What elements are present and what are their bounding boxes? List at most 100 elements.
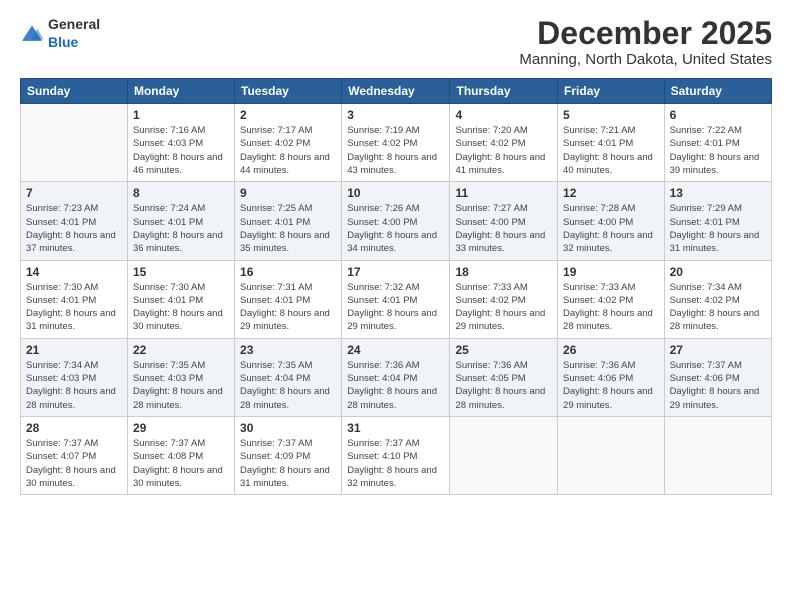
calendar-subtitle: Manning, North Dakota, United States	[519, 51, 772, 68]
header: General Blue December 2025 Manning, Nort…	[20, 16, 772, 68]
day-number: 10	[347, 186, 444, 200]
day-number: 5	[563, 108, 659, 122]
day-info: Sunrise: 7:35 AMSunset: 4:04 PMDaylight:…	[240, 359, 336, 412]
weekday-header-row: Sunday Monday Tuesday Wednesday Thursday…	[21, 79, 772, 104]
day-cell: 3 Sunrise: 7:19 AMSunset: 4:02 PMDaylight…	[342, 104, 450, 182]
day-cell: 15 Sunrise: 7:30 AMSunset: 4:01 PMDayligh…	[127, 260, 234, 338]
day-cell: 27 Sunrise: 7:37 AMSunset: 4:06 PMDayligh…	[664, 338, 771, 416]
day-number: 7	[26, 186, 122, 200]
day-cell: 5 Sunrise: 7:21 AMSunset: 4:01 PMDaylight…	[558, 104, 665, 182]
header-friday: Friday	[558, 79, 665, 104]
day-info: Sunrise: 7:36 AMSunset: 4:06 PMDaylight:…	[563, 359, 659, 412]
day-info: Sunrise: 7:21 AMSunset: 4:01 PMDaylight:…	[563, 124, 659, 177]
logo-text: General Blue	[48, 16, 100, 52]
day-number: 25	[455, 343, 552, 357]
day-number: 11	[455, 186, 552, 200]
day-info: Sunrise: 7:28 AMSunset: 4:00 PMDaylight:…	[563, 202, 659, 255]
day-cell: 13 Sunrise: 7:29 AMSunset: 4:01 PMDayligh…	[664, 182, 771, 260]
day-cell: 20 Sunrise: 7:34 AMSunset: 4:02 PMDayligh…	[664, 260, 771, 338]
day-cell: 31Sunrise: 7:37 AMSunset: 4:10 PMDayligh…	[342, 416, 450, 494]
day-cell: 28 Sunrise: 7:37 AMSunset: 4:07 PMDayligh…	[21, 416, 128, 494]
day-number: 15	[133, 265, 229, 279]
day-number: 6	[670, 108, 766, 122]
day-number: 20	[670, 265, 766, 279]
day-cell: 17 Sunrise: 7:32 AMSunset: 4:01 PMDayligh…	[342, 260, 450, 338]
week-row-4: 21 Sunrise: 7:34 AMSunset: 4:03 PMDayligh…	[21, 338, 772, 416]
title-block: December 2025 Manning, North Dakota, Uni…	[519, 16, 772, 68]
week-row-1: 1Sunrise: 7:16 AMSunset: 4:03 PMDaylight…	[21, 104, 772, 182]
day-cell: 6 Sunrise: 7:22 AMSunset: 4:01 PMDaylight…	[664, 104, 771, 182]
logo-icon	[20, 24, 44, 44]
day-info: Sunrise: 7:30 AMSunset: 4:01 PMDaylight:…	[26, 281, 122, 334]
day-number: 24	[347, 343, 444, 357]
day-info: Sunrise: 7:27 AMSunset: 4:00 PMDaylight:…	[455, 202, 552, 255]
day-info: Sunrise: 7:20 AMSunset: 4:02 PMDaylight:…	[455, 124, 552, 177]
day-cell: 11 Sunrise: 7:27 AMSunset: 4:00 PMDayligh…	[450, 182, 558, 260]
day-info: Sunrise: 7:37 AMSunset: 4:06 PMDaylight:…	[670, 359, 766, 412]
day-number: 3	[347, 108, 444, 122]
day-info: Sunrise: 7:16 AMSunset: 4:03 PMDaylight:…	[133, 124, 229, 177]
day-number: 13	[670, 186, 766, 200]
day-cell	[450, 416, 558, 494]
day-info: Sunrise: 7:34 AMSunset: 4:03 PMDaylight:…	[26, 359, 122, 412]
day-number: 23	[240, 343, 336, 357]
day-cell: 22 Sunrise: 7:35 AMSunset: 4:03 PMDayligh…	[127, 338, 234, 416]
day-number: 4	[455, 108, 552, 122]
day-number: 19	[563, 265, 659, 279]
day-cell: 14 Sunrise: 7:30 AMSunset: 4:01 PMDayligh…	[21, 260, 128, 338]
day-number: 8	[133, 186, 229, 200]
logo: General Blue	[20, 16, 100, 52]
day-cell: 30Sunrise: 7:37 AMSunset: 4:09 PMDayligh…	[235, 416, 342, 494]
day-cell: 18Sunrise: 7:33 AMSunset: 4:02 PMDayligh…	[450, 260, 558, 338]
day-cell: 24 Sunrise: 7:36 AMSunset: 4:04 PMDayligh…	[342, 338, 450, 416]
calendar-title: December 2025	[519, 16, 772, 51]
day-cell: 10 Sunrise: 7:26 AMSunset: 4:00 PMDayligh…	[342, 182, 450, 260]
day-number: 26	[563, 343, 659, 357]
day-info: Sunrise: 7:35 AMSunset: 4:03 PMDaylight:…	[133, 359, 229, 412]
day-info: Sunrise: 7:31 AMSunset: 4:01 PMDaylight:…	[240, 281, 336, 334]
day-number: 27	[670, 343, 766, 357]
day-info: Sunrise: 7:37 AMSunset: 4:09 PMDaylight:…	[240, 437, 336, 490]
day-cell: 19 Sunrise: 7:33 AMSunset: 4:02 PMDayligh…	[558, 260, 665, 338]
day-info: Sunrise: 7:36 AMSunset: 4:04 PMDaylight:…	[347, 359, 444, 412]
day-number: 16	[240, 265, 336, 279]
day-cell: 9 Sunrise: 7:25 AMSunset: 4:01 PMDaylight…	[235, 182, 342, 260]
header-thursday: Thursday	[450, 79, 558, 104]
day-info: Sunrise: 7:37 AMSunset: 4:10 PMDaylight:…	[347, 437, 444, 490]
day-info: Sunrise: 7:37 AMSunset: 4:07 PMDaylight:…	[26, 437, 122, 490]
day-cell: 21 Sunrise: 7:34 AMSunset: 4:03 PMDayligh…	[21, 338, 128, 416]
day-info: Sunrise: 7:32 AMSunset: 4:01 PMDaylight:…	[347, 281, 444, 334]
day-info: Sunrise: 7:34 AMSunset: 4:02 PMDaylight:…	[670, 281, 766, 334]
day-number: 17	[347, 265, 444, 279]
day-cell: 16 Sunrise: 7:31 AMSunset: 4:01 PMDayligh…	[235, 260, 342, 338]
day-cell: 26 Sunrise: 7:36 AMSunset: 4:06 PMDayligh…	[558, 338, 665, 416]
day-info: Sunrise: 7:23 AMSunset: 4:01 PMDaylight:…	[26, 202, 122, 255]
day-number: 21	[26, 343, 122, 357]
day-number: 22	[133, 343, 229, 357]
day-info: Sunrise: 7:26 AMSunset: 4:00 PMDaylight:…	[347, 202, 444, 255]
day-info: Sunrise: 7:29 AMSunset: 4:01 PMDaylight:…	[670, 202, 766, 255]
header-sunday: Sunday	[21, 79, 128, 104]
day-cell: 4 Sunrise: 7:20 AMSunset: 4:02 PMDaylight…	[450, 104, 558, 182]
day-number: 9	[240, 186, 336, 200]
day-cell: 23 Sunrise: 7:35 AMSunset: 4:04 PMDayligh…	[235, 338, 342, 416]
day-info: Sunrise: 7:25 AMSunset: 4:01 PMDaylight:…	[240, 202, 336, 255]
day-cell	[664, 416, 771, 494]
day-info: Sunrise: 7:33 AMSunset: 4:02 PMDaylight:…	[563, 281, 659, 334]
day-info: Sunrise: 7:19 AMSunset: 4:02 PMDaylight:…	[347, 124, 444, 177]
day-info: Sunrise: 7:17 AMSunset: 4:02 PMDaylight:…	[240, 124, 336, 177]
day-cell: 7 Sunrise: 7:23 AMSunset: 4:01 PMDaylight…	[21, 182, 128, 260]
day-cell: 1Sunrise: 7:16 AMSunset: 4:03 PMDaylight…	[127, 104, 234, 182]
day-info: Sunrise: 7:30 AMSunset: 4:01 PMDaylight:…	[133, 281, 229, 334]
day-cell: 25Sunrise: 7:36 AMSunset: 4:05 PMDayligh…	[450, 338, 558, 416]
day-number: 14	[26, 265, 122, 279]
day-number: 29	[133, 421, 229, 435]
day-cell	[558, 416, 665, 494]
day-number: 28	[26, 421, 122, 435]
day-cell: 29Sunrise: 7:37 AMSunset: 4:08 PMDayligh…	[127, 416, 234, 494]
page: General Blue December 2025 Manning, Nort…	[0, 0, 792, 612]
logo-general: General	[48, 16, 100, 32]
day-info: Sunrise: 7:22 AMSunset: 4:01 PMDaylight:…	[670, 124, 766, 177]
header-wednesday: Wednesday	[342, 79, 450, 104]
logo-blue: Blue	[48, 34, 78, 50]
